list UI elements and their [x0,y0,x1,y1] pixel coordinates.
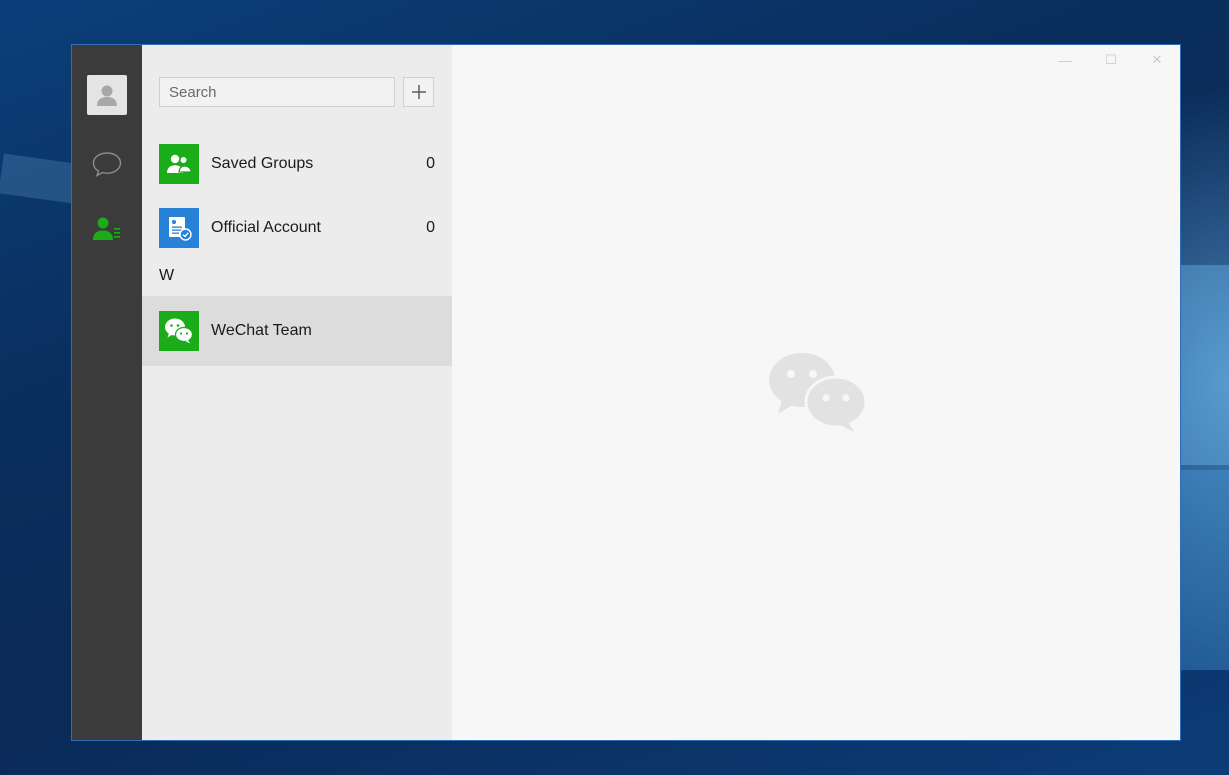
contacts-pane: Saved Groups 0 Official Account [142,45,452,740]
desktop-background: Saved Groups 0 Official Account [0,0,1229,775]
contact-row-official-account[interactable]: Official Account 0 [142,196,452,260]
chat-bubble-icon [92,152,122,177]
plus-icon [411,85,426,99]
contact-count: 0 [426,219,435,236]
official-account-icon [159,208,199,248]
wallpaper-ray [1181,470,1229,670]
minimize-icon: — [1058,52,1072,68]
maximize-button[interactable]: ☐ [1088,45,1134,75]
user-avatar[interactable] [87,75,127,115]
wechat-logo-icon [159,311,199,351]
close-button[interactable]: ✕ [1134,45,1180,75]
wallpaper-ray [1181,265,1229,465]
contact-name: Official Account [211,219,321,236]
group-icon [159,144,199,184]
minimize-button[interactable]: — [1042,45,1088,75]
wechat-watermark-icon [766,350,870,439]
contact-row-wechat-team[interactable]: WeChat Team [142,296,452,366]
close-icon: ✕ [1151,52,1163,67]
avatar-placeholder-icon [97,85,117,106]
contacts-icon [93,217,120,240]
contact-name: WeChat Team [211,322,312,339]
nav-contacts-button[interactable] [87,209,127,249]
navigation-bar [72,45,142,740]
add-contact-button[interactable] [403,77,434,107]
wechat-window: Saved Groups 0 Official Account [71,44,1181,741]
search-input[interactable] [159,77,395,107]
contact-row-saved-groups[interactable]: Saved Groups 0 [142,132,452,196]
main-pane: — ☐ ✕ [452,45,1180,740]
contact-count: 0 [426,155,435,172]
contact-name: Saved Groups [211,155,314,172]
nav-chats-button[interactable] [87,144,127,184]
maximize-icon: ☐ [1105,52,1117,67]
section-header: W [159,267,175,284]
